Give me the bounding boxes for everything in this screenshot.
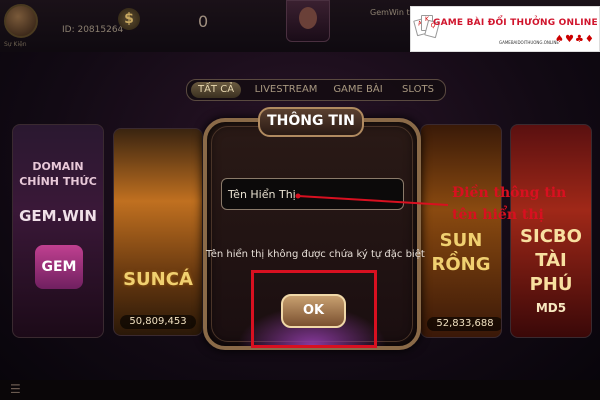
annotation-label: Điền thông tin tên hiển thị [452, 182, 566, 226]
game-screen: { "topbar": { "user_id": "ID: 20815264",… [0, 0, 600, 400]
annotation-line-1: Điền thông tin [452, 185, 567, 201]
annotation-line-2: tên hiển thị [452, 207, 544, 223]
